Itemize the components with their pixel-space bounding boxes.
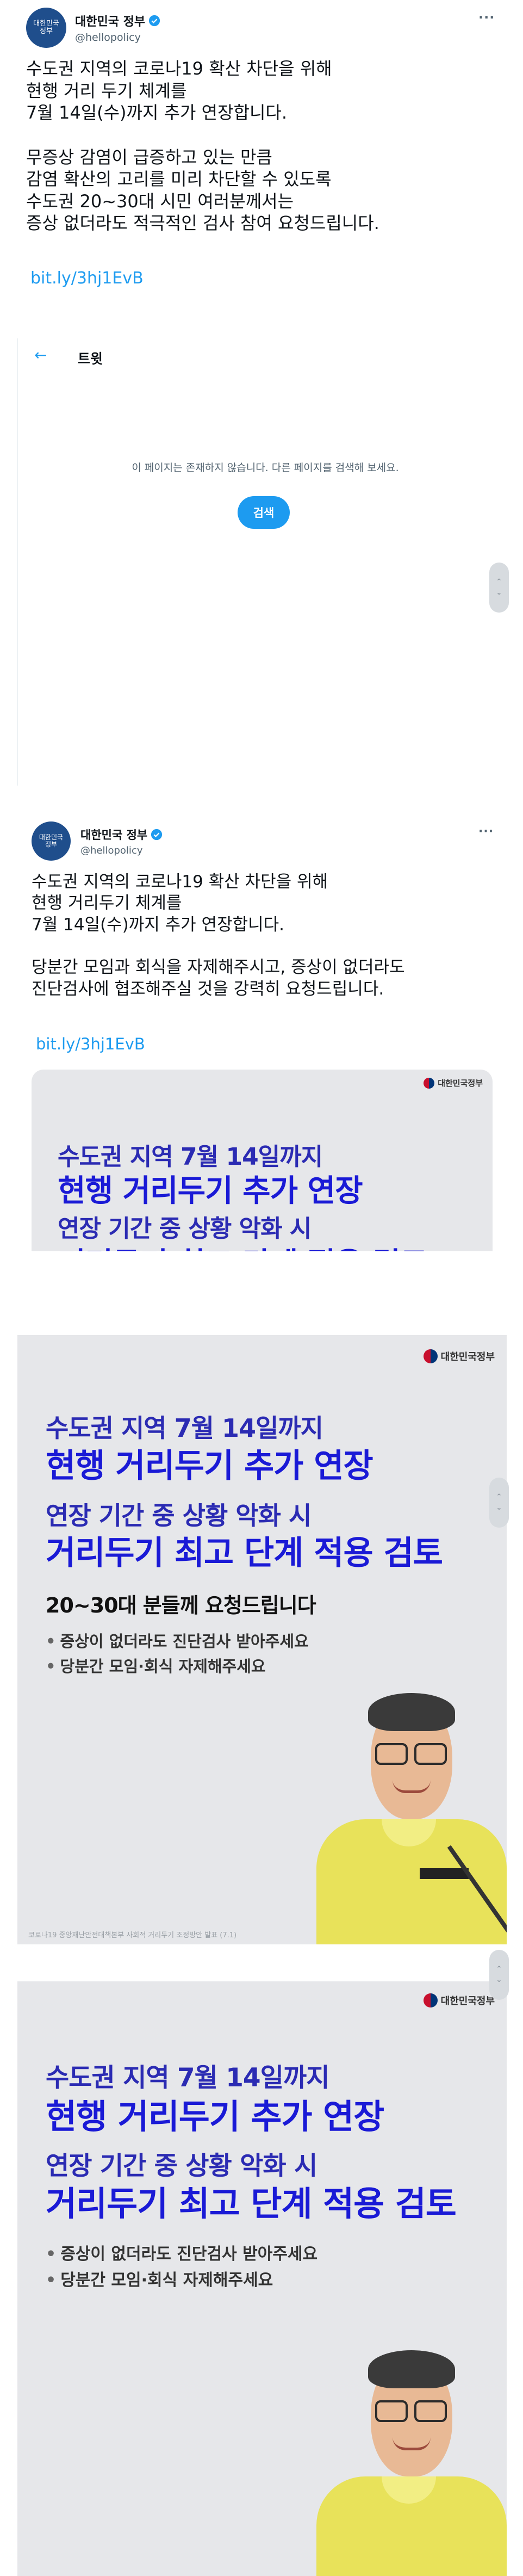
speaker-photo <box>311 1683 507 1944</box>
poster-line1: 수도권 지역 7월 14일까지 <box>46 2063 329 2093</box>
chevron-up-icon[interactable]: ⌃ <box>496 1964 502 1975</box>
scroll-widget[interactable]: ⌃ ⌄ <box>489 563 509 613</box>
chevron-down-icon[interactable]: ⌄ <box>496 1975 502 1986</box>
taegeuk-logo-icon <box>423 1993 438 2007</box>
gov-logo-text: 대한민국정부 <box>440 1996 495 2007</box>
bullet-dot-icon: • <box>46 1657 56 1676</box>
display-name[interactable]: 대한민국 정부 <box>80 826 147 843</box>
more-options-icon[interactable]: ··· <box>478 825 494 838</box>
tweet2-header: 대한민국 정부 대한민국 정부 @hellopolicy <box>32 821 163 861</box>
embed-title: 트윗 <box>78 351 103 367</box>
poster-footnote: 코로나19 중앙재난안전대책본부 사회적 거리두기 조정방안 발표 (7.1) <box>28 1931 237 1939</box>
poster-line2: 현행 거리두기 추가 연장 <box>46 2097 384 2136</box>
poster-bullet2-text: 당분간 모임·회식 자제해주세요 <box>60 2271 273 2290</box>
poster-line4: 거리두기 최고 단계 적용 검토 <box>46 1534 443 1572</box>
back-arrow-icon[interactable]: ← <box>34 346 47 364</box>
handle[interactable]: @hellopolicy <box>75 32 160 44</box>
poster-bullet2-text: 당분간 모임·회식 자제해주세요 <box>60 1657 266 1676</box>
avatar-line: 정부 <box>40 27 53 35</box>
gov-logo: 대한민국정부 <box>424 1077 483 1089</box>
tweet1-link[interactable]: bit.ly/3hj1EvB <box>30 269 144 288</box>
poster-line4: 거리두기 최고 단계 적용 검토 <box>58 1239 428 1251</box>
poster-bullet1: • 증상이 없더라도 진단검사 받아주세요 <box>46 1629 309 1652</box>
speaker-photo <box>311 2335 507 2576</box>
avatar[interactable]: 대한민국 정부 <box>32 821 71 861</box>
bullet-dot-icon: • <box>46 2271 57 2290</box>
taegeuk-logo-icon <box>423 1349 438 1363</box>
poster-line2: 현행 거리두기 추가 연장 <box>58 1173 363 1209</box>
scroll-widget[interactable]: ⌃ ⌄ <box>489 1478 509 1528</box>
handle[interactable]: @hellopolicy <box>80 845 163 856</box>
avatar-line: 정부 <box>45 841 58 848</box>
taegeuk-logo-icon <box>424 1077 435 1089</box>
bullet-dot-icon: • <box>46 2245 57 2264</box>
poster-line2: 현행 거리두기 추가 연장 <box>46 1447 373 1485</box>
poster-image-2: 대한민국정부 수도권 지역 7월 14일까지 현행 거리두기 추가 연장 연장 … <box>17 1981 507 2576</box>
poster-image-1: 대한민국정부 수도권 지역 7월 14일까지 현행 거리두기 추가 연장 연장 … <box>17 1335 507 1944</box>
poster-line4: 거리두기 최고 단계 적용 검토 <box>46 2184 457 2223</box>
bullet-dot-icon: • <box>46 1632 56 1651</box>
verified-badge-icon <box>149 15 160 27</box>
poster-bullet2: • 당분간 모임·회식 자제해주세요 <box>46 2266 273 2290</box>
error-message: 이 페이지는 존재하지 않습니다. 다른 페이지를 검색해 보세요. <box>132 462 399 474</box>
poster-bullet1-text: 증상이 없더라도 진단검사 받아주세요 <box>60 2245 318 2264</box>
poster-bullet1-text: 증상이 없더라도 진단검사 받아주세요 <box>60 1632 309 1651</box>
chevron-up-icon[interactable]: ⌃ <box>496 577 502 588</box>
gov-logo-text: 대한민국정부 <box>440 1351 495 1363</box>
tweet2-poster-preview[interactable]: 대한민국정부 수도권 지역 7월 14일까지 현행 거리두기 추가 연장 연장 … <box>32 1070 493 1251</box>
tweet1-header: 대한민국 정부 대한민국 정부 @hellopolicy <box>26 8 160 48</box>
avatar-line: 대한민국 <box>33 19 59 28</box>
gov-logo: 대한민국정부 <box>423 1993 495 2007</box>
display-name[interactable]: 대한민국 정부 <box>75 12 145 29</box>
scroll-widget[interactable]: ⌃ ⌄ <box>489 1950 509 2000</box>
tweet1-text: 수도권 지역의 코로나19 확산 차단을 위해 현행 거리 두기 체계를 7월 … <box>26 58 379 234</box>
tweet2-link[interactable]: bit.ly/3hj1EvB <box>36 1035 145 1053</box>
poster-line3: 연장 기간 중 상황 악화 시 <box>58 1215 312 1243</box>
embed-topbar: ← 트윗 <box>18 338 512 371</box>
chevron-up-icon[interactable]: ⌃ <box>496 1492 502 1503</box>
more-options-icon[interactable]: ··· <box>478 10 495 25</box>
poster-line5: 20~30대 분들께 요청드립니다 <box>46 1593 316 1617</box>
chevron-down-icon[interactable]: ⌄ <box>496 1503 502 1514</box>
poster-bullet2: • 당분간 모임·회식 자제해주세요 <box>46 1654 266 1677</box>
avatar[interactable]: 대한민국 정부 <box>26 8 66 48</box>
chevron-down-icon[interactable]: ⌄ <box>496 588 502 598</box>
poster-bullet1: • 증상이 없더라도 진단검사 받아주세요 <box>46 2240 317 2264</box>
gov-logo: 대한민국정부 <box>423 1349 495 1363</box>
tweet2-text: 수도권 지역의 코로나19 확산 차단을 위해 현행 거리두기 체계를 7월 1… <box>32 872 405 999</box>
gov-logo-text: 대한민국정부 <box>438 1078 483 1088</box>
search-button[interactable]: 검색 <box>238 496 290 529</box>
tweet-embed-error: ← 트윗 이 페이지는 존재하지 않습니다. 다른 페이지를 검색해 보세요. … <box>17 338 512 786</box>
verified-badge-icon <box>151 829 163 840</box>
